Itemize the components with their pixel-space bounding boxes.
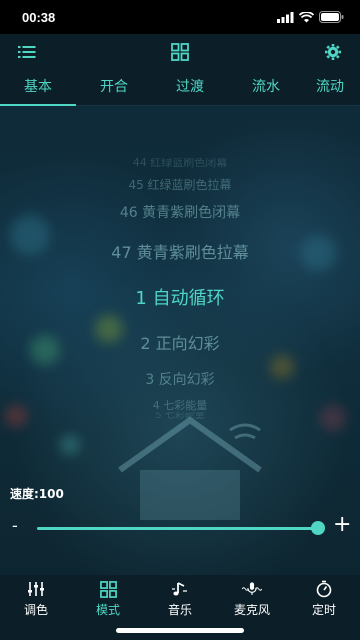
speed-slider-row: - + (0, 512, 360, 542)
speed-increase-button[interactable]: + (333, 512, 351, 537)
list-icon[interactable] (16, 41, 38, 63)
sliders-icon (26, 579, 46, 599)
mode-tabs: 基本 开合 过渡 流水 流动 (0, 70, 360, 106)
status-bar: 00:38 (0, 0, 360, 34)
speed-decrease-button[interactable]: - (12, 516, 18, 535)
tab-flowing[interactable]: 流动 (304, 70, 360, 106)
tab-flow-water[interactable]: 流水 (228, 70, 304, 106)
picker-item[interactable]: 2 正向幻彩 (0, 330, 360, 354)
grid-icon[interactable] (169, 41, 191, 63)
nav-item-color[interactable]: 调色 (0, 575, 72, 640)
status-time: 00:38 (22, 9, 56, 25)
picker-item[interactable]: 45 红绿蓝刷色拉幕 (0, 176, 360, 193)
mode-picker[interactable]: 44 红绿蓝刷色闭幕 45 红绿蓝刷色拉幕 46 黄青紫刷色闭幕 47 黄青紫刷… (0, 150, 360, 420)
gear-icon[interactable] (322, 41, 344, 63)
timer-icon (314, 579, 334, 599)
picker-item[interactable]: 44 红绿蓝刷色闭幕 (0, 158, 360, 168)
picker-item[interactable]: 47 黄青紫刷色拉幕 (0, 239, 360, 263)
picker-item[interactable]: 3 反向幻彩 (0, 369, 360, 389)
tab-open-close[interactable]: 开合 (76, 70, 152, 106)
battery-icon (319, 11, 344, 23)
speed-slider-thumb[interactable] (311, 521, 325, 535)
top-bar (0, 34, 360, 70)
grid-icon (98, 579, 118, 599)
picker-item[interactable]: 5 七彩能量 (0, 412, 360, 420)
microphone-icon (242, 579, 262, 599)
wifi-icon (299, 11, 314, 22)
picker-item[interactable]: 4 七彩能量 (0, 397, 360, 413)
picker-item-selected[interactable]: 1 自动循环 (0, 284, 360, 310)
tab-basic[interactable]: 基本 (0, 70, 76, 106)
signal-icon (277, 11, 294, 23)
speed-label: 速度:100 (10, 487, 64, 501)
tab-transition[interactable]: 过渡 (152, 70, 228, 106)
nav-item-timer[interactable]: 定时 (288, 575, 360, 640)
speed-slider-track[interactable] (37, 527, 319, 530)
status-icons (277, 11, 344, 23)
music-note-icon (170, 579, 190, 599)
picker-item[interactable]: 46 黄青紫刷色闭幕 (0, 202, 360, 222)
home-indicator[interactable] (116, 628, 244, 633)
